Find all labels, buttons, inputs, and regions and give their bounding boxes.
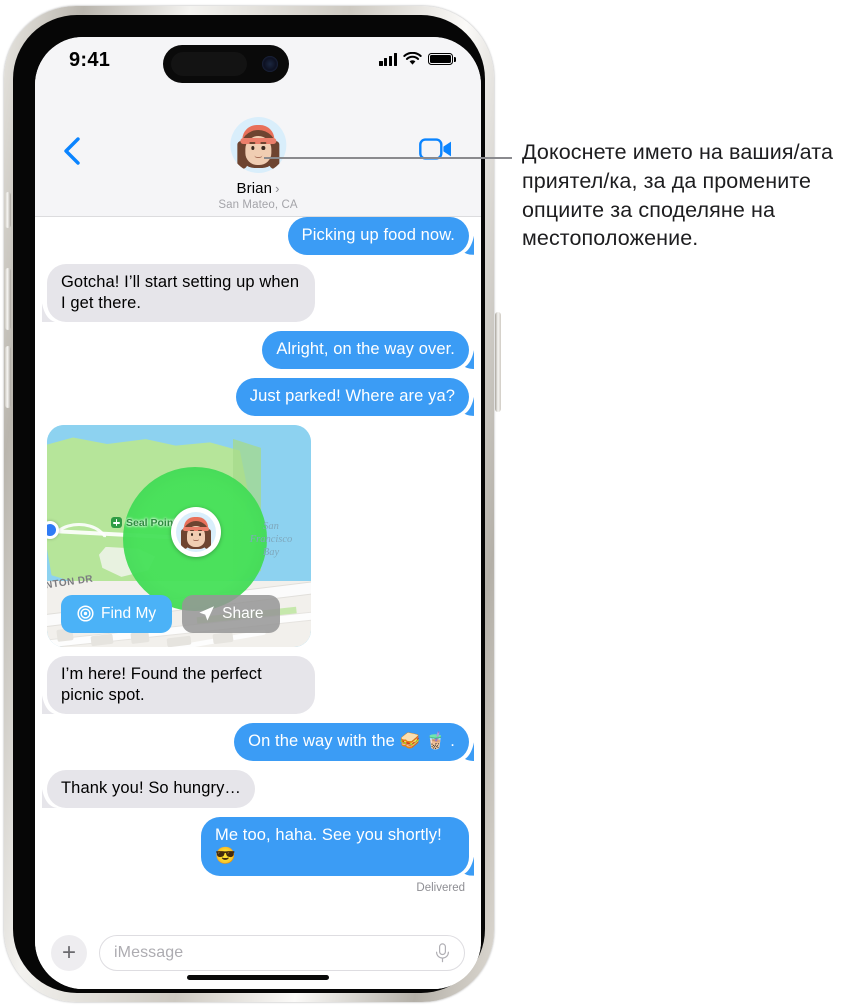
memoji-eye-right (198, 532, 201, 536)
message-bubble-incoming[interactable]: Gotcha! I’ll start setting up when I get… (47, 263, 315, 323)
message-bubble-outgoing[interactable]: Picking up food now. (287, 217, 469, 255)
message-list[interactable]: Picking up food now. Gotcha! I’ll start … (35, 217, 481, 917)
contact-name: Brian (236, 180, 273, 197)
memoji-hat-brim (239, 138, 276, 144)
message-row: Gotcha! I’ll start setting up when I get… (35, 263, 481, 323)
battery-icon (428, 52, 456, 66)
message-row: I’m here! Found the perfect picnic spot. (35, 655, 481, 715)
message-row: Thank you! So hungry… (35, 770, 481, 809)
memoji-brow-left (249, 142, 256, 144)
memoji-eye-right (261, 146, 265, 150)
map-action-buttons: Find My Share (61, 594, 280, 633)
volume-up-button[interactable] (5, 268, 11, 330)
device-bezel: 9:41 Brian › San Mateo, CA Picking up fo… (13, 15, 485, 993)
find-my-label: Find My (101, 604, 157, 622)
dynamic-island (163, 45, 289, 83)
device-screen: 9:41 Brian › San Mateo, CA Picking up fo… (35, 37, 481, 989)
message-row: On the way with the 🥪 🧋 . (35, 723, 481, 762)
find-my-button[interactable]: Find My (61, 594, 173, 633)
memoji-eye-left (250, 146, 255, 150)
add-attachment-button[interactable]: + (51, 935, 87, 971)
contact-location: San Mateo, CA (218, 199, 298, 211)
iphone-device-frame: 9:41 Brian › San Mateo, CA Picking up fo… (4, 6, 501, 1002)
volume-down-button[interactable] (5, 346, 11, 408)
message-bubble-incoming[interactable]: Thank you! So hungry… (47, 770, 256, 809)
memoji-brow-left (190, 529, 194, 532)
message-bubble-outgoing[interactable]: On the way with the 🥪 🧋 . (234, 723, 469, 762)
memoji-brow-right (198, 529, 202, 532)
status-bar: 9:41 (35, 37, 481, 89)
action-button[interactable] (5, 192, 11, 228)
cellular-signal-icon (379, 52, 397, 66)
shared-location-map[interactable]: Seal Point Park San Francisco Bay NTON D… (47, 424, 311, 647)
home-indicator[interactable] (187, 974, 329, 980)
message-row: Alright, on the way over. (35, 331, 481, 370)
message-bubble-outgoing[interactable]: Just parked! Where are ya? (235, 378, 469, 416)
message-row: Seal Point Park San Francisco Bay NTON D… (35, 424, 481, 647)
avatar[interactable] (229, 117, 286, 173)
contact-name-button[interactable]: Brian › (237, 180, 280, 197)
callout-leader-line (264, 157, 512, 159)
delivery-status: Delivered (416, 881, 465, 894)
status-time: 9:41 (69, 49, 111, 71)
memoji-brow-right (260, 142, 267, 144)
back-chevron-icon[interactable] (63, 137, 81, 165)
message-input-field[interactable]: iMessage (99, 935, 465, 971)
island-pill (171, 52, 247, 76)
conversation-header: Brian › San Mateo, CA (35, 89, 481, 217)
map-bay-label: San Francisco Bay (249, 520, 293, 558)
message-bubble-outgoing[interactable]: Me too, haha. See you shortly! 😎 (201, 817, 469, 876)
chevron-right-icon: › (275, 181, 280, 196)
contact-header-block[interactable]: Brian › San Mateo, CA (218, 117, 298, 211)
share-label: Share (222, 604, 264, 622)
message-bubble-incoming[interactable]: I’m here! Found the perfect picnic spot. (47, 655, 315, 715)
message-row: Picking up food now. (35, 217, 481, 255)
memoji-hat-brim (183, 526, 209, 532)
message-bubble-outgoing[interactable]: Alright, on the way over. (262, 331, 469, 370)
find-my-radar-icon (77, 605, 94, 622)
location-pin-avatar[interactable] (171, 506, 221, 557)
pin-memoji (176, 511, 216, 552)
front-camera-icon (262, 56, 278, 72)
share-arrow-icon (199, 606, 215, 622)
message-input-placeholder: iMessage (114, 944, 184, 961)
park-marker-icon (111, 517, 122, 529)
memoji-hair-right (204, 528, 211, 549)
message-row: Me too, haha. See you shortly! 😎 (35, 817, 481, 876)
share-location-button[interactable]: Share (182, 594, 280, 633)
message-row: Just parked! Where are ya? (35, 378, 481, 416)
microphone-icon[interactable] (435, 943, 450, 963)
status-indicators (379, 52, 456, 66)
power-button[interactable] (495, 312, 501, 412)
screenshot-root: 9:41 Brian › San Mateo, CA Picking up fo… (0, 0, 859, 1008)
callout-annotation-text: Докоснете името на вашия/ата приятел/ка,… (522, 140, 834, 251)
wifi-icon (403, 52, 422, 65)
